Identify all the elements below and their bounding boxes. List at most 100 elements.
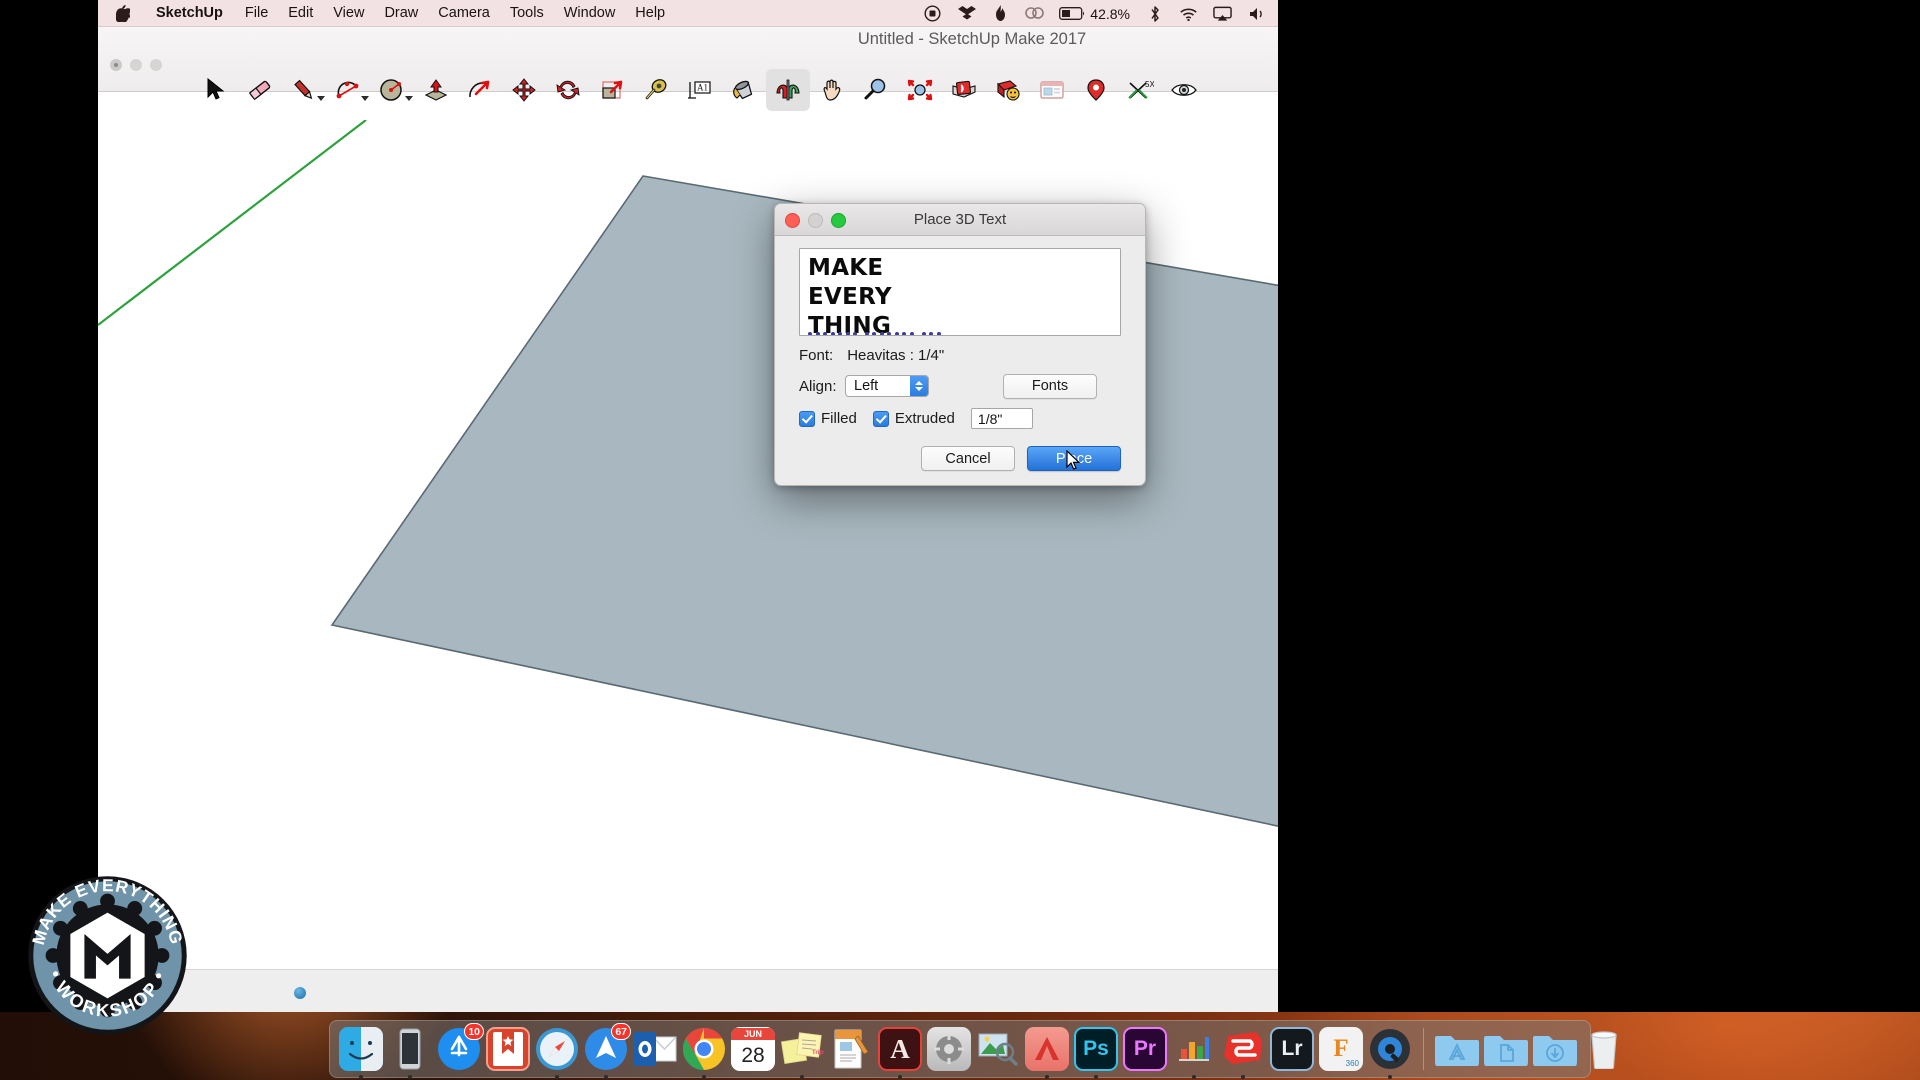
menu-item-sketchup[interactable]: SketchUp [144, 0, 235, 27]
menu-item-file[interactable]: File [235, 0, 278, 27]
wifi-icon[interactable] [1179, 4, 1198, 23]
bluetooth-icon[interactable] [1145, 4, 1164, 23]
dock-item-lightroom[interactable]: Lr [1269, 1026, 1315, 1072]
align-label: Align: [799, 377, 837, 395]
menu-item-draw[interactable]: Draw [374, 0, 428, 27]
dock-item-finder[interactable] [338, 1026, 384, 1079]
move-tool-button[interactable] [502, 69, 546, 111]
line-tool-caret-icon[interactable] [317, 96, 325, 101]
rotate-tool-button[interactable] [546, 69, 590, 111]
dock-item-pages[interactable] [828, 1026, 874, 1072]
dock-item-fusion360[interactable]: F 360 [1318, 1026, 1364, 1072]
dock-item-quicktime[interactable] [1367, 1026, 1413, 1079]
dimension-tool-button[interactable]: A1 [678, 69, 722, 111]
extruded-label: Extruded [894, 410, 955, 427]
offset-tool-button[interactable] [590, 69, 634, 111]
dialog-titlebar: Place 3D Text [775, 204, 1145, 236]
zoom-tool-button[interactable] [854, 69, 898, 111]
calendar-day: 28 [741, 1043, 765, 1067]
dock-item-premiere[interactable]: Pr [1122, 1026, 1168, 1072]
letterbox-left [0, 0, 98, 1012]
filled-label: Filled [821, 410, 857, 427]
font-value: Heavitas : 1/4" [847, 347, 945, 364]
dock-item-photoshop[interactable]: Ps [1073, 1026, 1119, 1079]
dock-item-chrome[interactable] [681, 1026, 727, 1079]
cancel-button[interactable]: Cancel [921, 446, 1015, 471]
extruded-checkbox[interactable] [872, 410, 889, 427]
dock-item-safari[interactable] [534, 1026, 580, 1079]
dock-item-wunderlist[interactable] [485, 1026, 531, 1072]
dock-item-applications-folder[interactable] [1434, 1026, 1480, 1072]
eraser-tool-button[interactable] [238, 69, 282, 111]
section-plane-tool-button[interactable]: 5X [1118, 69, 1162, 111]
apple-logo-icon[interactable] [116, 5, 130, 22]
dock-item-documents-folder[interactable] [1483, 1026, 1529, 1072]
stepper-arrows-icon[interactable] [910, 376, 928, 396]
dock-item-acrobat[interactable]: A [877, 1026, 923, 1079]
menu-item-edit[interactable]: Edit [278, 0, 323, 27]
menu-item-help[interactable]: Help [625, 0, 675, 27]
dock-item-sketchup[interactable] [1220, 1026, 1266, 1079]
zoom-extents-tool-button[interactable] [898, 69, 942, 111]
creative-cloud-icon[interactable] [1025, 4, 1045, 23]
xray-tool-button[interactable] [1162, 69, 1206, 111]
select-tool-button[interactable] [194, 69, 238, 111]
followme-tool-button[interactable] [458, 69, 502, 111]
dock-item-outlook[interactable] [632, 1026, 678, 1072]
airplay-icon[interactable] [1213, 4, 1232, 23]
extension-warehouse-tool-button[interactable] [986, 69, 1030, 111]
text-input-area[interactable]: MAKE EVERY THING [799, 248, 1121, 336]
battery-percentage: 42.8% [1090, 5, 1130, 22]
dock-item-system-preferences[interactable] [926, 1026, 972, 1072]
battery-icon [1059, 7, 1085, 20]
fonts-button[interactable]: Fonts [1003, 373, 1097, 399]
pushpull-tool-button[interactable] [414, 69, 458, 111]
paint-bucket-tool-button[interactable] [722, 69, 766, 111]
dock-item-iphone[interactable] [387, 1026, 433, 1079]
dock-item-preview[interactable] [975, 1026, 1021, 1072]
pan-tool-button[interactable] [810, 69, 854, 111]
menu-bar: SketchUp File Edit View Draw Camera Tool… [98, 0, 1278, 27]
share-model-tool-button[interactable] [1030, 69, 1074, 111]
dock-item-stickies[interactable]: Trips [779, 1026, 825, 1079]
3d-warehouse-tool-button[interactable] [942, 69, 986, 111]
menu-item-view[interactable]: View [323, 0, 374, 27]
dock-item-autocad[interactable] [1024, 1026, 1070, 1079]
dock-item-numbers[interactable] [1171, 1026, 1217, 1079]
arc-tool-caret-icon[interactable] [361, 96, 369, 101]
calendar-month: JUN [731, 1027, 775, 1040]
volume-icon[interactable] [1247, 4, 1266, 23]
circle-tool-caret-icon[interactable] [405, 96, 413, 101]
status-indicator-icon [294, 987, 306, 999]
mouse-cursor [1066, 450, 1081, 470]
flame-icon[interactable] [991, 4, 1010, 23]
filled-checkbox[interactable] [799, 410, 815, 427]
text-selection-underline [808, 323, 948, 335]
line-tool-button[interactable] [282, 69, 326, 111]
circle-tool-button[interactable] [370, 69, 414, 111]
arc-tool-button[interactable] [326, 69, 370, 111]
dock-item-trash[interactable] [1581, 1026, 1627, 1072]
dock-item-calendar[interactable]: JUN 28 [730, 1026, 776, 1072]
menu-item-camera[interactable]: Camera [428, 0, 500, 27]
dialog-title: Place 3D Text [913, 211, 1007, 228]
3d-text-tool-button[interactable] [766, 69, 810, 111]
extrude-depth-input[interactable]: 1/8" [970, 408, 1033, 429]
font-row: Font: Heavitas : 1/4" [799, 347, 1121, 364]
menu-item-tools[interactable]: Tools [500, 0, 554, 27]
dialog-body: MAKE EVERY THING Font: Heavitas : 1/4" A… [775, 236, 1145, 471]
dropbox-icon[interactable] [957, 4, 976, 23]
menu-item-window[interactable]: Window [554, 0, 626, 27]
dock-item-downloads-folder[interactable] [1532, 1026, 1578, 1072]
screen-recording-icon[interactable] [923, 4, 942, 23]
align-selected-value: Left [854, 378, 879, 394]
make-everything-workshop-logo: MAKE EVERYTHING • WORKSHOP • [28, 875, 187, 1035]
battery-indicator[interactable]: 42.8% [1059, 6, 1130, 22]
dock-item-app-store[interactable]: 10 [436, 1023, 484, 1072]
align-select[interactable]: Left [845, 375, 929, 397]
tape-measure-tool-button[interactable] [634, 69, 678, 111]
svg-text:Trips: Trips [812, 1050, 824, 1056]
add-location-tool-button[interactable] [1074, 69, 1118, 111]
svg-text:5X: 5X [1145, 80, 1154, 89]
dock-item-spark[interactable]: 67 [583, 1023, 631, 1079]
